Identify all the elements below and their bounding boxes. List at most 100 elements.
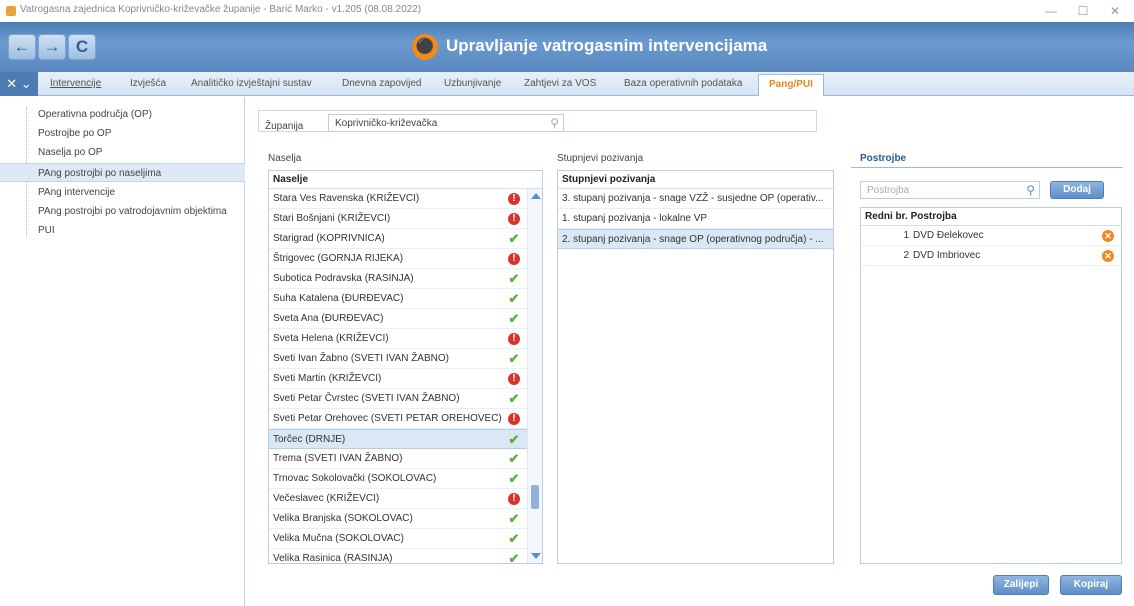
tools-menu-button[interactable]: ✕ ⌄ [0, 72, 38, 96]
maximize-button[interactable]: ☐ [1068, 2, 1098, 20]
paste-button[interactable]: Zalijepi [993, 575, 1049, 595]
close-button[interactable]: ✕ [1100, 2, 1130, 20]
menu-baza-operativnih-podataka[interactable]: Baza operativnih podataka [624, 78, 742, 89]
menu-intervencije[interactable]: Intervencije [50, 78, 101, 89]
search-icon[interactable]: ⚲ [550, 116, 559, 130]
sidebar-item-naselja-po-op[interactable]: Naselja po OP [0, 143, 245, 162]
postrojba-row[interactable]: 1 DVD Đelekovec ✕ [861, 226, 1121, 246]
naselje-row[interactable]: Sveti Petar Orehovec (SVETI PETAR OREHOV… [269, 409, 542, 429]
menu-zahtjevi-za-vos[interactable]: Zahtjevi za VOS [524, 78, 596, 89]
error-status-icon: ! [508, 213, 520, 225]
postrojba-search-placeholder: Postrojba [867, 185, 910, 196]
app-header: ← → C ⚫ Upravljanje vatrogasnim interven… [0, 22, 1134, 72]
naselje-name: Sveti Petar Orehovec (SVETI PETAR OREHOV… [273, 413, 502, 424]
ok-status-icon: ✔ [508, 471, 520, 486]
remove-postrojba-icon[interactable]: ✕ [1102, 250, 1114, 262]
sidebar-item-pui[interactable]: PUI [0, 221, 245, 240]
naselje-row[interactable]: Stari Bošnjani (KRIŽEVCI)! [269, 209, 542, 229]
error-status-icon: ! [508, 333, 520, 345]
naselje-name: Večeslavec (KRIŽEVCI) [273, 493, 380, 504]
app-title: Upravljanje vatrogasnim intervencijama [446, 36, 768, 55]
naselja-scrollbar[interactable] [527, 189, 542, 563]
stupanj-row[interactable]: 3. stupanj pozivanja - snage VZŽ - susje… [558, 189, 833, 209]
zupanija-value: Koprivničko-križevačka [335, 118, 438, 129]
naselje-row[interactable]: Štrigovec (GORNJA RIJEKA)! [269, 249, 542, 269]
back-button[interactable]: ← [8, 34, 36, 60]
forward-button[interactable]: → [38, 34, 66, 60]
col-postrojba[interactable]: Postrojba [911, 211, 957, 222]
refresh-button[interactable]: C [68, 34, 96, 60]
naselje-row[interactable]: Večeslavec (KRIŽEVCI)! [269, 489, 542, 509]
stupanj-row[interactable]: 2. stupanj pozivanja - snage OP (operati… [558, 229, 833, 249]
naselje-row[interactable]: Starigrad (KOPRIVNICA) ✔ [269, 229, 542, 249]
naselje-row[interactable]: Stara Ves Ravenska (KRIŽEVCI)! [269, 189, 542, 209]
sidebar-item-postrojbe-po-op[interactable]: Postrojbe po OP [0, 124, 245, 143]
sidebar-item-operativna-podrucja[interactable]: Operativna područja (OP) [0, 105, 245, 124]
sidebar-item-pang-intervencije[interactable]: PAng intervencije [0, 183, 245, 202]
stupnjevi-column-header[interactable]: Stupnjevi pozivanja [558, 171, 833, 189]
naselje-row[interactable]: Velika Branjska (SOKOLOVAC) ✔ [269, 509, 542, 529]
naselje-name: Sveta Helena (KRIŽEVCI) [273, 333, 389, 344]
postrojbe-divider [851, 167, 1123, 168]
naselja-column-header[interactable]: Naselje [269, 171, 542, 189]
remove-postrojba-icon[interactable]: ✕ [1102, 230, 1114, 242]
scroll-thumb[interactable] [531, 485, 539, 509]
naselje-row[interactable]: Trema (SVETI IVAN ŽABNO) ✔ [269, 449, 542, 469]
postrojba-row[interactable]: 2 DVD Imbriovec ✕ [861, 246, 1121, 266]
flame-icon: ⚫ [412, 34, 438, 60]
zupanija-combobox[interactable]: Koprivničko-križevačka ⚲ [328, 114, 564, 132]
naselje-row[interactable]: Sveti Martin (KRIŽEVCI)! [269, 369, 542, 389]
ok-status-icon: ✔ [508, 311, 520, 326]
naselje-row[interactable]: Sveti Petar Čvrstec (SVETI IVAN ŽABNO) ✔ [269, 389, 542, 409]
scroll-down-arrow-icon[interactable] [531, 553, 541, 559]
postrojbe-title: Postrojbe [860, 153, 907, 164]
naselje-name: Stara Ves Ravenska (KRIŽEVCI) [273, 193, 420, 204]
add-postrojba-button[interactable]: Dodaj [1050, 181, 1104, 199]
naselje-row[interactable]: Trnovac Sokolovački (SOKOLOVAC) ✔ [269, 469, 542, 489]
menu-dnevna-zapovijed[interactable]: Dnevna zapovijed [342, 78, 422, 89]
window-titlebar: Vatrogasna zajednica Koprivničko-križeva… [0, 0, 1134, 22]
app-window-icon [6, 6, 16, 16]
naselje-row[interactable]: Velika Rasinica (RASINJA) ✔ [269, 549, 542, 563]
naselje-row[interactable]: Sveti Ivan Žabno (SVETI IVAN ŽABNO) ✔ [269, 349, 542, 369]
naselje-name: Sveta Ana (ĐURĐEVAC) [273, 313, 384, 324]
stupanj-row[interactable]: 1. stupanj pozivanja - lokalne VP [558, 209, 833, 229]
naselje-row[interactable]: Sveta Ana (ĐURĐEVAC) ✔ [269, 309, 542, 329]
menu-analiticko-izvjestajni-sustav[interactable]: Analitičko izvještajni sustav [191, 78, 312, 89]
search-icon[interactable]: ⚲ [1026, 183, 1035, 197]
ok-status-icon: ✔ [508, 391, 520, 406]
scroll-up-arrow-icon[interactable] [531, 193, 541, 199]
menu-uzbunjivanje[interactable]: Uzbunjivanje [444, 78, 501, 89]
naselja-grid: Naselje Stara Ves Ravenska (KRIŽEVCI)! St… [268, 170, 543, 564]
minimize-button[interactable]: — [1036, 2, 1066, 20]
naselje-row[interactable]: Torčec (DRNJE) ✔ [269, 429, 542, 449]
naselje-name: Starigrad (KOPRIVNICA) [273, 233, 385, 244]
naselje-row[interactable]: Suha Katalena (ĐURĐEVAC) ✔ [269, 289, 542, 309]
naselje-row[interactable]: Sveta Helena (KRIŽEVCI)! [269, 329, 542, 349]
naselje-name: Suha Katalena (ĐURĐEVAC) [273, 293, 404, 304]
ok-status-icon: ✔ [508, 432, 520, 447]
naselje-name: Trema (SVETI IVAN ŽABNO) [273, 453, 403, 464]
col-redni-br[interactable]: Redni br. [865, 211, 908, 222]
menu-izvjesca[interactable]: Izvješća [130, 78, 166, 89]
postrojba-search-input[interactable]: Postrojba ⚲ [860, 181, 1040, 199]
error-status-icon: ! [508, 493, 520, 505]
ok-status-icon: ✔ [508, 231, 520, 246]
naselje-row[interactable]: Subotica Podravska (RASINJA) ✔ [269, 269, 542, 289]
ok-status-icon: ✔ [508, 291, 520, 306]
sidebar-item-pang-postrojbi-po-naseljima[interactable]: PAng postrojbi po naseljima [0, 163, 245, 182]
ok-status-icon: ✔ [508, 531, 520, 546]
nav-buttons: ← → C [8, 34, 102, 60]
naselje-name: Sveti Martin (KRIŽEVCI) [273, 373, 382, 384]
naselje-row[interactable]: Velika Mučna (SOKOLOVAC) ✔ [269, 529, 542, 549]
main-menu: ✕ ⌄ Intervencije Izvješća Analitičko izv… [0, 72, 1134, 96]
stupnjevi-grid: Stupnjevi pozivanja 3. stupanj pozivanja… [557, 170, 834, 564]
postrojbe-rows: 1 DVD Đelekovec ✕ 2 DVD Imbriovec ✕ [861, 226, 1121, 266]
sidebar-item-pang-vatrodojavni[interactable]: PAng postrojbi po vatrodojavnim objektim… [0, 202, 245, 221]
stupnjevi-rows: 3. stupanj pozivanja - snage VZŽ - susje… [558, 189, 833, 249]
menu-pang-pui[interactable]: Pang/PUI [758, 74, 824, 96]
postrojba-name: DVD Imbriovec [913, 250, 981, 261]
copy-button[interactable]: Kopiraj [1060, 575, 1122, 595]
error-status-icon: ! [508, 413, 520, 425]
ok-status-icon: ✔ [508, 351, 520, 366]
